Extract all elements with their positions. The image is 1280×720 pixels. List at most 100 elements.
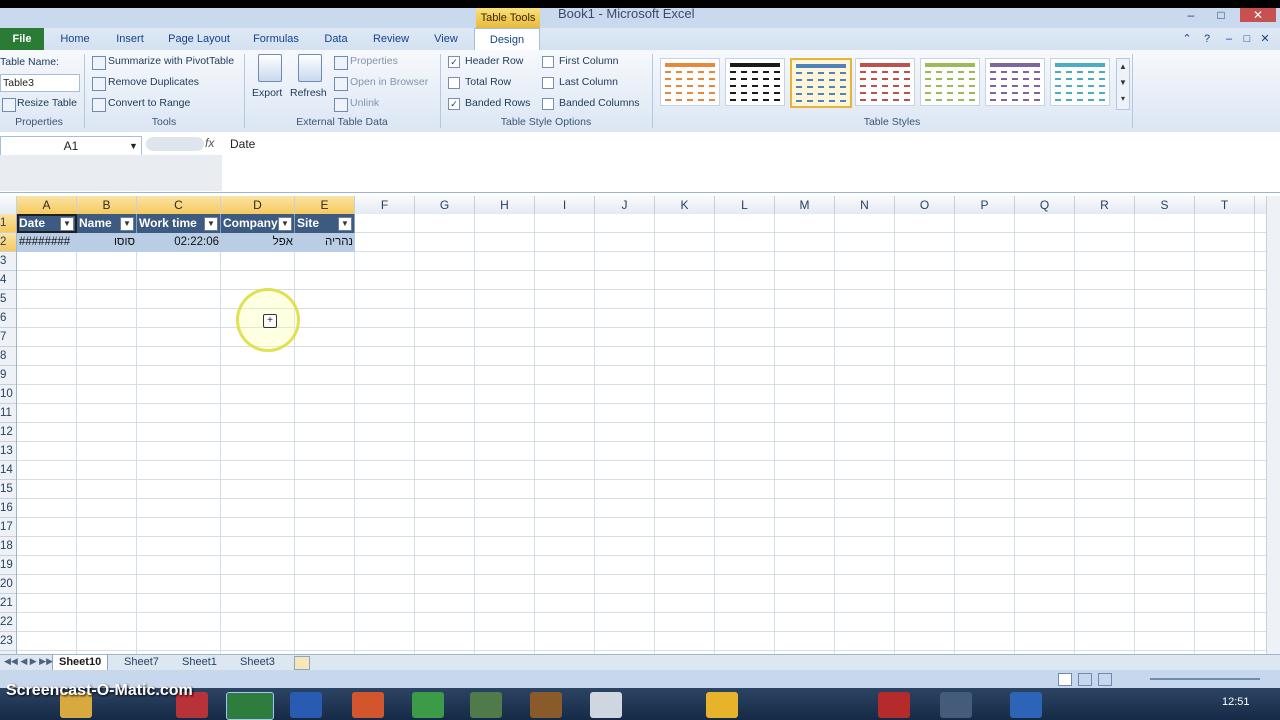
column-header-q[interactable]: Q <box>1015 196 1075 214</box>
tab-review[interactable]: Review <box>366 28 416 50</box>
column-header-f[interactable]: F <box>355 196 415 214</box>
table-style-swatch[interactable] <box>660 58 720 106</box>
help-icon[interactable]: ? <box>1198 28 1216 50</box>
tab-formulas[interactable]: Formulas <box>246 28 306 50</box>
tab-view[interactable]: View <box>426 28 466 50</box>
app-taskbar-icon[interactable] <box>590 692 622 718</box>
powerpoint-taskbar-icon[interactable] <box>352 692 384 718</box>
row-header-21[interactable]: 21 <box>0 594 16 613</box>
filter-dropdown-icon[interactable]: ▼ <box>120 217 134 231</box>
remove-duplicates-button[interactable]: Remove Duplicates <box>108 76 199 88</box>
table-style-swatch[interactable] <box>790 58 852 108</box>
table-name-input[interactable]: Table3 <box>0 74 80 92</box>
summarize-pivottable-button[interactable]: Summarize with PivotTable <box>108 55 234 67</box>
row-header-19[interactable]: 19 <box>0 556 16 575</box>
open-in-browser-button[interactable]: Open in Browser <box>350 76 428 88</box>
tab-file[interactable]: File <box>0 28 44 50</box>
column-header-m[interactable]: M <box>775 196 835 214</box>
column-header-c[interactable]: C <box>137 196 221 214</box>
table-style-swatch[interactable] <box>985 58 1045 106</box>
properties-button[interactable]: Properties <box>350 55 398 67</box>
gallery-scroll[interactable]: ▲ ▼ ▾ <box>1116 58 1130 110</box>
filter-dropdown-icon[interactable]: ▼ <box>338 217 352 231</box>
column-header-j[interactable]: J <box>595 196 655 214</box>
row-header-16[interactable]: 16 <box>0 499 16 518</box>
zoom-slider[interactable] <box>1150 678 1260 680</box>
column-header-k[interactable]: K <box>655 196 715 214</box>
unlink-button[interactable]: Unlink <box>350 97 379 109</box>
excel-taskbar-icon[interactable] <box>226 692 274 720</box>
column-header-p[interactable]: P <box>955 196 1015 214</box>
app-taskbar-icon[interactable] <box>530 692 562 718</box>
tab-insert[interactable]: Insert <box>108 28 152 50</box>
row-header-18[interactable]: 18 <box>0 537 16 556</box>
column-header-e[interactable]: E <box>295 196 355 214</box>
column-header-d[interactable]: D <box>221 196 295 214</box>
app-taskbar-icon[interactable] <box>412 692 444 718</box>
tab-data[interactable]: Data <box>316 28 356 50</box>
column-header-g[interactable]: G <box>415 196 475 214</box>
formula-content[interactable]: Date <box>230 137 255 151</box>
table-style-swatch[interactable] <box>1050 58 1110 106</box>
table-header-cell[interactable]: Site ▼ <box>295 214 355 233</box>
row-header-10[interactable]: 10 <box>0 385 16 404</box>
workbook-restore-icon[interactable]: □ <box>1240 28 1254 50</box>
row-header-15[interactable]: 15 <box>0 480 16 499</box>
column-header-r[interactable]: R <box>1075 196 1135 214</box>
page-layout-view-icon[interactable] <box>1078 673 1092 686</box>
row-header-9[interactable]: 9 <box>0 366 16 385</box>
app-taskbar-icon[interactable] <box>940 692 972 718</box>
table-style-swatch[interactable] <box>725 58 785 106</box>
workbook-minimize-icon[interactable]: – <box>1222 28 1236 50</box>
name-box[interactable]: A1 ▼ <box>0 136 142 156</box>
row-header-5[interactable]: 5 <box>0 290 16 309</box>
vertical-scrollbar[interactable] <box>1266 196 1280 654</box>
row-header-2[interactable]: 2 <box>0 233 16 252</box>
select-all-corner[interactable] <box>0 196 17 214</box>
resize-table-button[interactable]: Resize Table <box>17 97 77 109</box>
column-header-i[interactable]: I <box>535 196 595 214</box>
table-data-cell[interactable]: ######## <box>17 233 77 252</box>
row-header-8[interactable]: 8 <box>0 347 16 366</box>
table-header-cell[interactable]: Company ▼ <box>221 214 295 233</box>
column-header-h[interactable]: H <box>475 196 535 214</box>
table-data-cell[interactable]: 02:22:06 <box>137 233 221 252</box>
row-header-3[interactable]: 3 <box>0 252 16 271</box>
column-header-n[interactable]: N <box>835 196 895 214</box>
row-header-12[interactable]: 12 <box>0 423 16 442</box>
row-header-20[interactable]: 20 <box>0 575 16 594</box>
tab-design[interactable]: Design <box>474 28 540 51</box>
row-header-4[interactable]: 4 <box>0 271 16 290</box>
column-header-a[interactable]: A <box>17 196 77 214</box>
insert-sheet-icon[interactable] <box>294 656 310 670</box>
banded-rows-checkbox[interactable]: ✓ <box>448 98 460 110</box>
first-column-checkbox[interactable] <box>542 56 554 68</box>
formula-expand-handle[interactable] <box>146 137 204 151</box>
table-data-cell[interactable]: סוסו <box>77 233 137 252</box>
minimize-button[interactable]: – <box>1180 8 1202 22</box>
table-data-cell[interactable]: אפל <box>221 233 295 252</box>
sheet-tab-sheet10[interactable]: Sheet10 <box>52 655 109 671</box>
column-header-b[interactable]: B <box>77 196 137 214</box>
row-header-14[interactable]: 14 <box>0 461 16 480</box>
app-taskbar-icon[interactable] <box>878 692 910 718</box>
table-header-cell[interactable]: Name ▼ <box>77 214 137 233</box>
table-style-swatch[interactable] <box>920 58 980 106</box>
minimize-ribbon-icon[interactable]: ⌃ <box>1180 28 1194 50</box>
table-data-cell[interactable]: נהריה <box>295 233 355 252</box>
app-taskbar-icon[interactable] <box>706 692 738 718</box>
row-header-13[interactable]: 13 <box>0 442 16 461</box>
row-header-22[interactable]: 22 <box>0 613 16 632</box>
filter-dropdown-icon[interactable]: ▼ <box>278 217 292 231</box>
tab-home[interactable]: Home <box>52 28 98 50</box>
last-column-checkbox[interactable] <box>542 77 554 89</box>
filter-dropdown-icon[interactable]: ▼ <box>204 217 218 231</box>
tab-page-layout[interactable]: Page Layout <box>162 28 236 50</box>
row-header-17[interactable]: 17 <box>0 518 16 537</box>
sheet-tab-sheet7[interactable]: Sheet7 <box>118 655 165 670</box>
banded-columns-checkbox[interactable] <box>542 98 554 110</box>
row-header-7[interactable]: 7 <box>0 328 16 347</box>
workbook-close-icon[interactable]: ✕ <box>1258 28 1272 50</box>
restore-button[interactable]: □ <box>1210 8 1232 22</box>
header-row-checkbox[interactable]: ✓ <box>448 56 460 68</box>
